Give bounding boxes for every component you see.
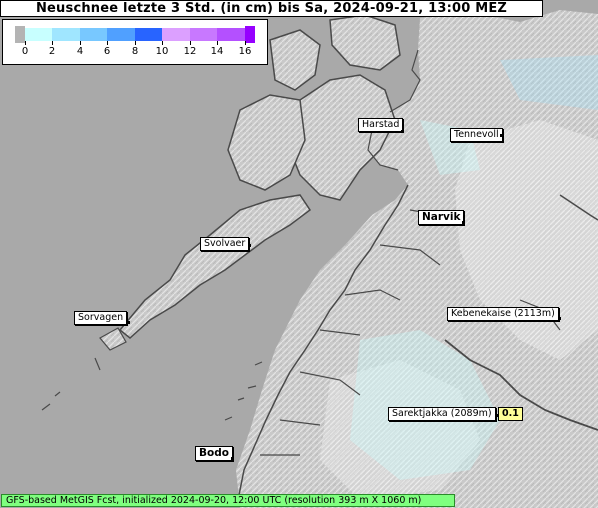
place-label-kebenekaise: Kebenekaise (2113m) (447, 307, 559, 321)
legend-ticks: 0 2 4 6 8 10 12 14 16 (3, 41, 269, 61)
legend-swatch (190, 28, 217, 41)
place-marker (248, 244, 251, 247)
snow-value-marker: 0.1 (498, 407, 523, 421)
place-label-harstad: Harstad (358, 118, 404, 132)
place-marker (462, 221, 465, 224)
legend-swatch (25, 28, 52, 41)
place-marker (231, 457, 234, 460)
color-legend: 0 2 4 6 8 10 12 14 16 (2, 19, 268, 65)
map-title: Neuschnee letzte 3 Std. (in cm) bis Sa, … (0, 0, 543, 17)
legend-tick-label: 0 (21, 46, 29, 57)
place-marker (127, 321, 130, 324)
place-label-sarektjakka: Sarektjakka (2089m) (388, 407, 496, 421)
forecast-footer: GFS-based MetGIS Fcst, initialized 2024-… (1, 494, 455, 507)
legend-tick-label: 6 (103, 46, 111, 57)
legend-tick-label: 16 (238, 46, 252, 57)
place-marker (401, 130, 404, 133)
legend-swatch (217, 28, 245, 41)
legend-color-bar (15, 26, 255, 43)
place-label-svolvaer: Svolvaer (200, 237, 250, 251)
legend-tick-mark (190, 41, 191, 45)
legend-tick-label: 10 (155, 46, 169, 57)
place-label-sorvagen: Sorvagen (74, 311, 128, 325)
legend-swatch (162, 28, 190, 41)
legend-tick-mark (217, 41, 218, 45)
place-label-tennevoll: Tennevoll (450, 128, 503, 142)
legend-swatch (52, 28, 80, 41)
place-marker (558, 317, 561, 320)
place-marker (500, 134, 503, 137)
snow-map: Neuschnee letzte 3 Std. (in cm) bis Sa, … (0, 0, 598, 508)
legend-tick-label: 14 (210, 46, 224, 57)
place-label-narvik: Narvik (418, 210, 465, 225)
legend-tick-mark (135, 41, 136, 45)
legend-tick-label: 2 (48, 46, 56, 57)
legend-tick-mark (107, 41, 108, 45)
legend-tick-mark (245, 41, 246, 45)
legend-swatch (135, 28, 162, 41)
legend-tick-mark (162, 41, 163, 45)
legend-tick-label: 8 (131, 46, 139, 57)
legend-tick-label: 12 (183, 46, 197, 57)
legend-over-swatch (245, 26, 255, 43)
legend-tick-mark (25, 41, 26, 45)
legend-tick-label: 4 (76, 46, 84, 57)
place-label-bodo: Bodo (195, 446, 233, 461)
legend-under-swatch (15, 26, 25, 43)
terrain-layer (0, 0, 598, 508)
legend-swatch (80, 28, 107, 41)
legend-tick-mark (52, 41, 53, 45)
legend-swatch (107, 28, 135, 41)
legend-tick-mark (80, 41, 81, 45)
